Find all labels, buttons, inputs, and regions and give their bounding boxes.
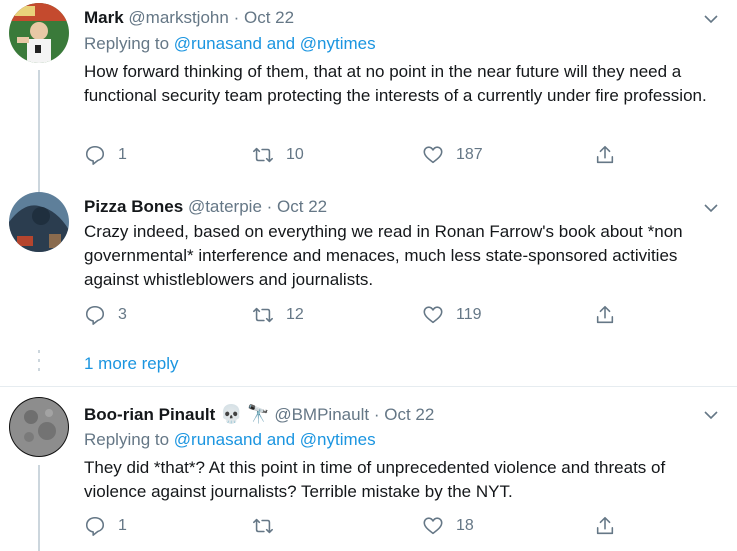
avatar[interactable] — [9, 192, 69, 252]
like-count: 119 — [456, 306, 482, 323]
tweet-date[interactable]: Oct 22 — [384, 405, 434, 424]
tweet-date[interactable]: Oct 22 — [277, 197, 327, 216]
like-icon — [423, 146, 443, 164]
retweet-button[interactable]: 10 — [252, 144, 304, 166]
display-name[interactable]: Mark — [84, 8, 124, 27]
like-button[interactable]: 119 — [422, 304, 482, 326]
retweet-count: 12 — [286, 306, 304, 323]
retweet-button[interactable]: 12 — [252, 304, 304, 326]
like-icon — [423, 306, 443, 324]
reply-button[interactable]: 1 — [84, 144, 127, 166]
like-count: 18 — [456, 517, 474, 534]
reply-user-link[interactable]: @runasand — [174, 430, 262, 449]
replying-prefix: Replying to — [84, 430, 170, 449]
retweet-icon — [253, 518, 273, 534]
separator: · — [266, 197, 273, 216]
like-button[interactable]: 18 — [422, 515, 474, 537]
more-reply-link[interactable]: 1 more reply — [84, 354, 178, 374]
thread-line — [38, 465, 40, 551]
replying-prefix: Replying to — [84, 34, 170, 53]
reply-icon — [85, 145, 105, 165]
reply-button[interactable]: 3 — [84, 304, 127, 326]
display-name[interactable]: Boo-rian Pinault — [84, 405, 215, 424]
share-button[interactable] — [594, 144, 616, 166]
retweet-icon — [253, 147, 273, 163]
tweet-boo-rian-pinault[interactable]: Boo-rian Pinault 💀 🔭 @BMPinault · Oct 22… — [0, 387, 737, 551]
like-count: 187 — [456, 146, 483, 163]
reply-count: 1 — [118, 146, 127, 163]
replying-to: Replying to @runasand and @nytimes — [84, 429, 376, 451]
share-button[interactable] — [594, 515, 616, 537]
skull-emoji: 💀 — [220, 404, 243, 424]
like-button[interactable]: 187 — [422, 144, 483, 166]
reply-user-link[interactable]: @runasand — [174, 34, 262, 53]
avatar[interactable] — [9, 3, 69, 63]
replying-to: Replying to @runasand and @nytimes — [84, 33, 376, 55]
avatar[interactable] — [9, 397, 69, 457]
reply-button[interactable]: 1 — [84, 515, 127, 537]
user-handle[interactable]: @taterpie — [188, 197, 262, 216]
tweet-header: Pizza Bones @taterpie · Oct 22 — [84, 196, 327, 218]
tweet-pizza-bones[interactable]: Pizza Bones @taterpie · Oct 22 Crazy ind… — [0, 190, 737, 380]
share-button[interactable] — [594, 304, 616, 326]
tweet-header: Boo-rian Pinault 💀 🔭 @BMPinault · Oct 22 — [84, 403, 434, 426]
tweet-date[interactable]: Oct 22 — [244, 8, 294, 27]
tweet-text: They did *that*? At this point in time o… — [84, 458, 666, 501]
thread-dots — [38, 350, 40, 377]
chevron-down-icon[interactable] — [703, 11, 719, 27]
reply-and: and — [266, 430, 296, 449]
telescope-emoji: 🔭 — [247, 404, 270, 424]
thread-line — [38, 70, 40, 192]
retweet-icon — [253, 307, 273, 323]
tweet-header: Mark @markstjohn · Oct 22 — [84, 7, 294, 29]
reply-icon — [85, 305, 105, 325]
reply-count: 3 — [118, 306, 127, 323]
separator: · — [233, 8, 240, 27]
tweet-mark[interactable]: Mark @markstjohn · Oct 22 Replying to @r… — [0, 0, 737, 192]
reply-count: 1 — [118, 517, 127, 534]
reply-user-link[interactable]: @nytimes — [300, 430, 376, 449]
separator: · — [373, 405, 380, 424]
user-handle[interactable]: @markstjohn — [128, 8, 228, 27]
retweet-button[interactable] — [252, 515, 286, 537]
chevron-down-icon[interactable] — [703, 407, 719, 423]
share-icon — [596, 516, 614, 535]
user-handle[interactable]: @BMPinault — [274, 405, 369, 424]
chevron-down-icon[interactable] — [703, 200, 719, 216]
like-icon — [423, 517, 443, 535]
reply-user-link[interactable]: @nytimes — [300, 34, 376, 53]
reply-icon — [85, 516, 105, 536]
tweet-text: How forward thinking of them, that at no… — [84, 62, 707, 105]
tweet-text: Crazy indeed, based on everything we rea… — [84, 222, 683, 289]
display-name[interactable]: Pizza Bones — [84, 197, 183, 216]
retweet-count: 10 — [286, 146, 304, 163]
share-icon — [596, 145, 614, 164]
reply-and: and — [266, 34, 296, 53]
share-icon — [596, 305, 614, 324]
